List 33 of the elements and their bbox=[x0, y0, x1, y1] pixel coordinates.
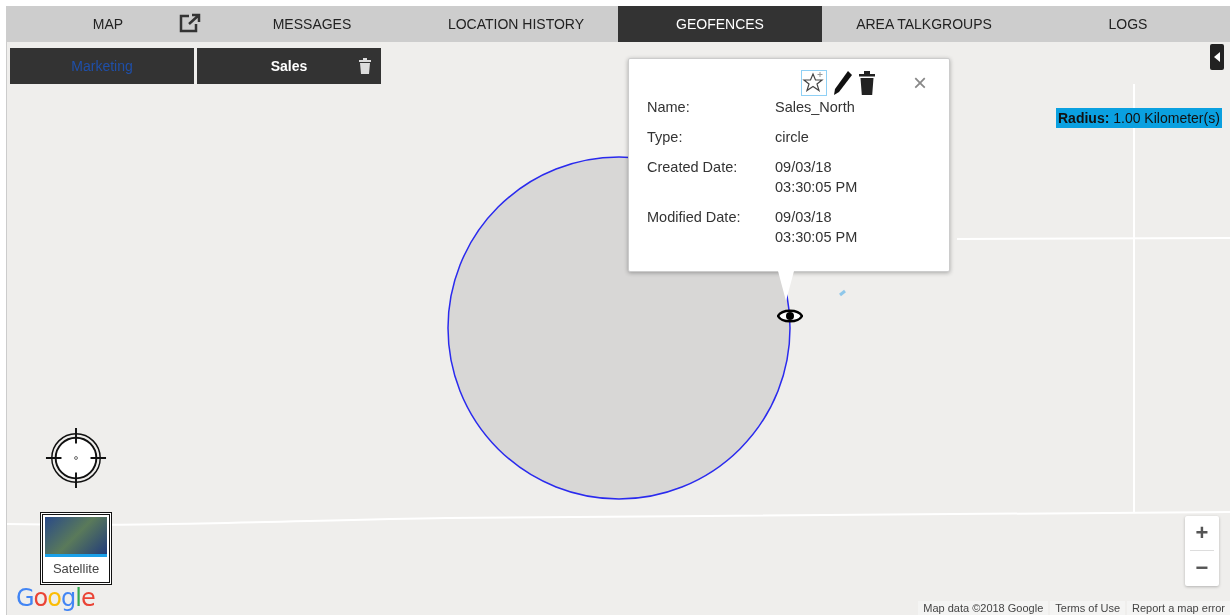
nav-tab[interactable]: AREA TALKGROUPS bbox=[822, 6, 1026, 42]
field-value: 09/03/18 03:30:05 PM bbox=[775, 208, 859, 247]
close-button[interactable]: × bbox=[909, 71, 931, 95]
attribution-link[interactable]: Terms of Use bbox=[1050, 601, 1126, 615]
eye-icon[interactable] bbox=[777, 307, 803, 325]
caret-icon bbox=[1214, 52, 1220, 62]
field-label: Modified Date: bbox=[647, 208, 742, 227]
logo: Google bbox=[16, 584, 95, 612]
nav-tab[interactable]: LOCATION HISTORY bbox=[414, 6, 618, 42]
trash-icon[interactable] bbox=[859, 71, 875, 95]
nav-tab[interactable]: LOGS bbox=[1026, 6, 1230, 42]
nav-tab[interactable]: MESSAGES bbox=[210, 6, 414, 42]
field-value: Sales_North bbox=[775, 98, 856, 117]
nav-tab[interactable]: MAP bbox=[6, 6, 210, 42]
zoom-in-button[interactable]: + bbox=[1185, 516, 1219, 550]
panel-toggle-button[interactable] bbox=[1210, 44, 1224, 70]
satellite-thumbnail bbox=[45, 517, 107, 557]
field-label: Created Date: bbox=[647, 158, 739, 177]
field-value: 09/03/18 03:30:05 PM bbox=[775, 158, 859, 197]
geofence-tab[interactable]: Sales bbox=[197, 48, 381, 84]
trash-icon[interactable] bbox=[359, 58, 371, 74]
radius-label: Radius: 1.00 Kilometer(s) bbox=[1056, 108, 1222, 128]
zoom-out-button[interactable]: − bbox=[1185, 551, 1219, 585]
field-label: Type: bbox=[647, 128, 684, 147]
popout-icon[interactable] bbox=[178, 13, 202, 33]
attribution-link[interactable]: Report a map error bbox=[1127, 601, 1230, 615]
satellite-button[interactable]: Satellite bbox=[40, 512, 112, 585]
edit-icon[interactable] bbox=[833, 70, 853, 96]
field-value: circle bbox=[775, 128, 810, 147]
field-label: Name: bbox=[647, 98, 691, 117]
attribution-link[interactable]: Map data ©2018 Google bbox=[918, 601, 1049, 615]
crosshair-icon[interactable] bbox=[45, 427, 107, 489]
nav-tab[interactable]: GEOFENCES bbox=[618, 6, 822, 42]
